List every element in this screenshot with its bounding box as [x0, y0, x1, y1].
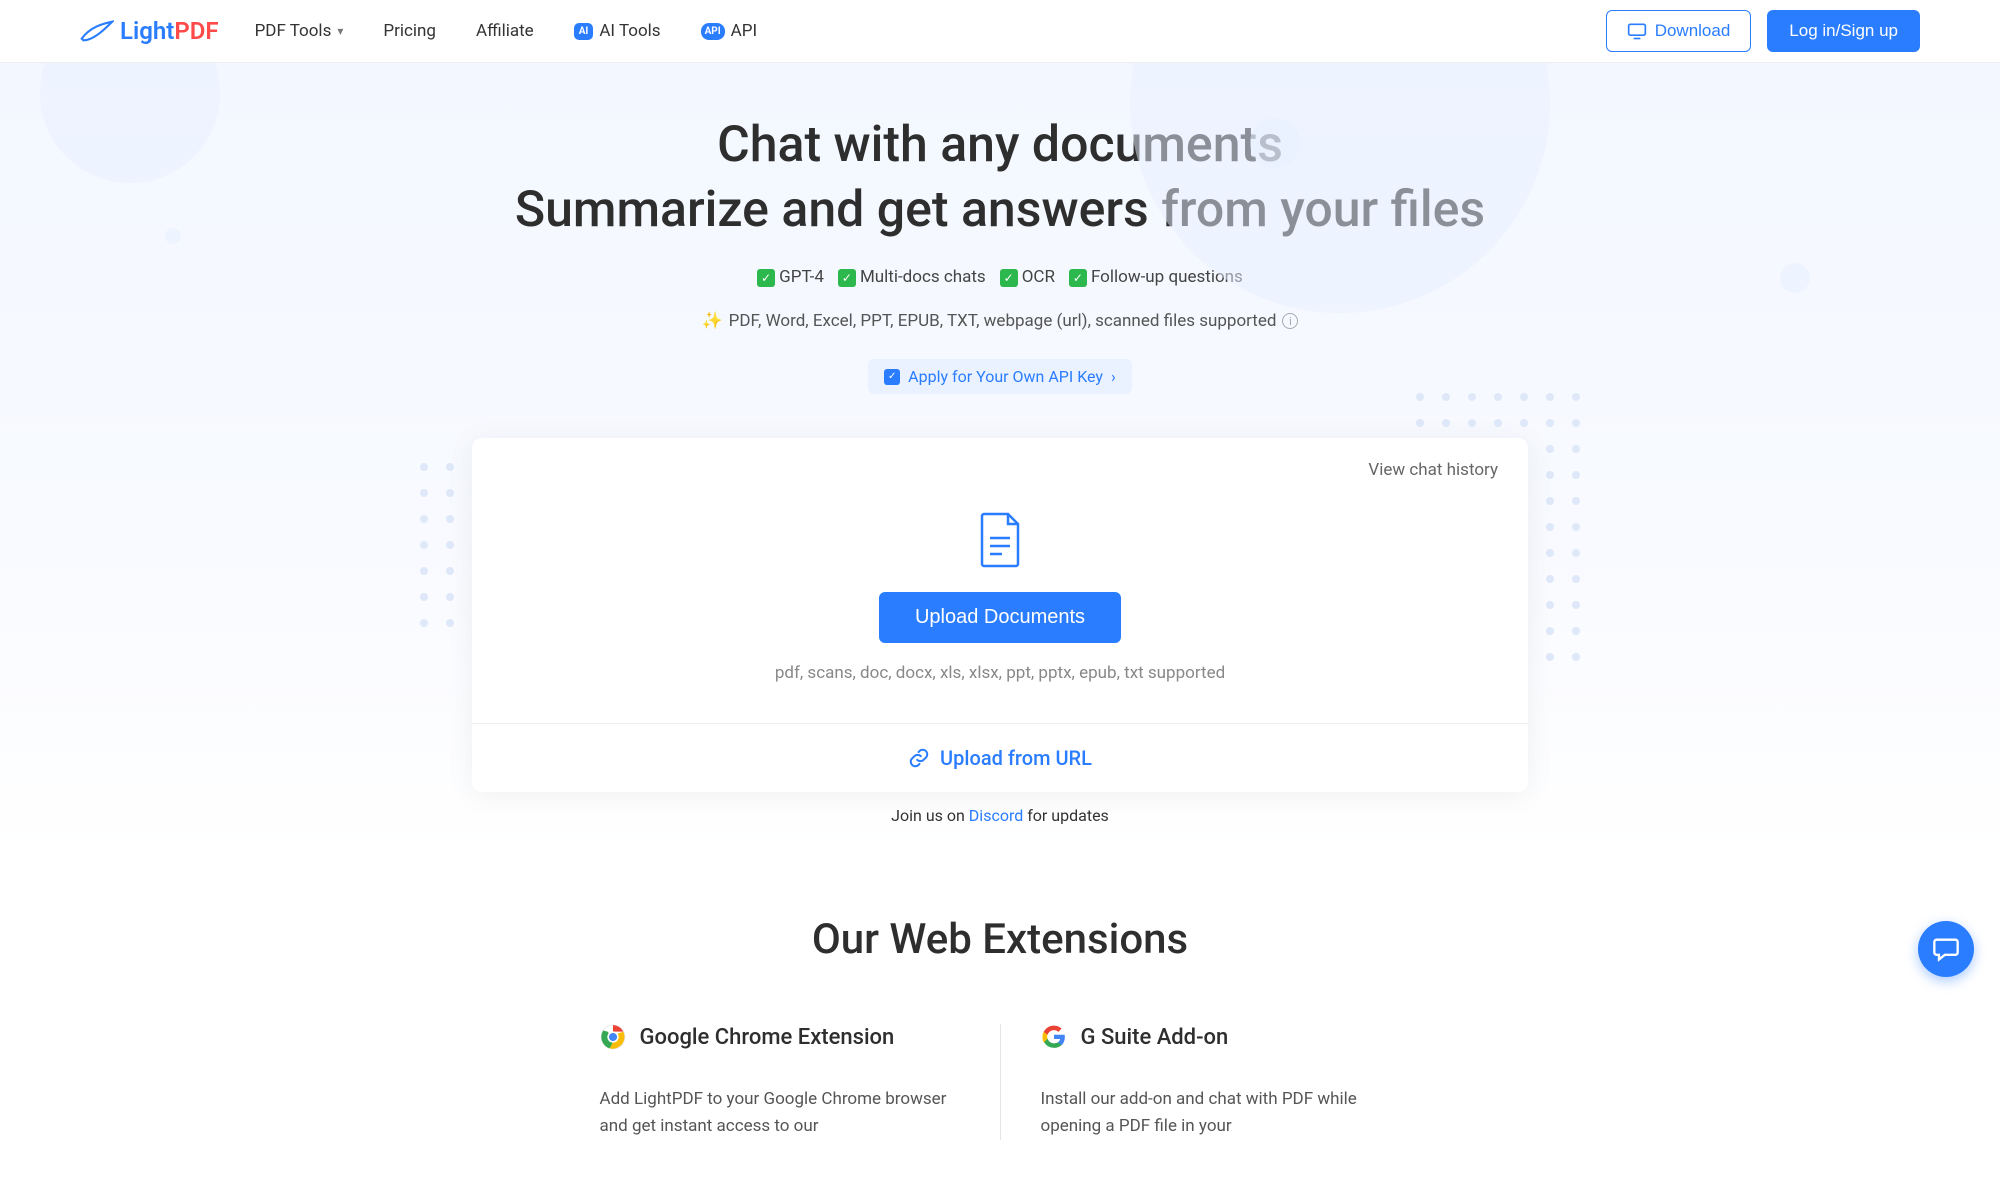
api-key-label: Apply for Your Own API Key [908, 367, 1103, 386]
view-history-link[interactable]: View chat history [502, 460, 1498, 480]
logo-text-pdf: PDF [174, 17, 218, 45]
nav-label: PDF Tools [255, 21, 332, 41]
extensions-grid: Google Chrome Extension Add LightPDF to … [0, 1024, 2000, 1140]
extension-gsuite: G Suite Add-on Install our add-on and ch… [1001, 1024, 1441, 1140]
nav-label: API [731, 21, 757, 41]
check-icon: ✓ [757, 269, 775, 287]
hero-title: Chat with any documents Summarize and ge… [0, 113, 2000, 243]
document-icon [978, 512, 1022, 568]
api-key-pill[interactable]: ✓ Apply for Your Own API Key › [868, 359, 1132, 394]
header-right: Download Log in/Sign up [1606, 10, 1920, 52]
ai-badge-icon: AI [574, 23, 594, 40]
features-row: ✓GPT-4 ✓Multi-docs chats ✓OCR ✓Follow-up… [0, 267, 2000, 287]
upload-documents-button[interactable]: Upload Documents [879, 592, 1121, 643]
chrome-ext-desc: Add LightPDF to your Google Chrome brows… [600, 1086, 960, 1140]
monitor-icon [1627, 22, 1647, 40]
gsuite-ext-title: G Suite Add-on [1081, 1025, 1229, 1050]
support-text: PDF, Word, Excel, PPT, EPUB, TXT, webpag… [729, 311, 1277, 331]
upload-card: View chat history Upload Documents pdf, … [472, 438, 1528, 792]
chevron-down-icon: ▾ [337, 24, 343, 38]
bg-decoration [1780, 263, 1810, 293]
nav: PDF Tools ▾ Pricing Affiliate AI AI Tool… [255, 21, 758, 41]
feature-item: ✓GPT-4 [757, 267, 824, 287]
chrome-icon [600, 1024, 626, 1050]
support-row: ✨ PDF, Word, Excel, PPT, EPUB, TXT, webp… [0, 311, 2000, 331]
login-button[interactable]: Log in/Sign up [1767, 10, 1920, 52]
api-kb-icon: ✓ [884, 369, 900, 385]
nav-label: Pricing [383, 21, 436, 41]
nav-pdf-tools[interactable]: PDF Tools ▾ [255, 21, 344, 41]
check-icon: ✓ [838, 269, 856, 287]
discord-suffix: for updates [1023, 806, 1109, 825]
nav-pricing[interactable]: Pricing [383, 21, 436, 41]
download-label: Download [1655, 21, 1731, 41]
chat-bubble-button[interactable] [1918, 921, 1974, 977]
feature-item: ✓OCR [1000, 267, 1055, 287]
nav-ai-tools[interactable]: AI AI Tools [574, 21, 661, 41]
nav-label: AI Tools [599, 21, 660, 41]
header: LightPDF PDF Tools ▾ Pricing Affiliate A… [0, 0, 2000, 63]
chrome-ext-title: Google Chrome Extension [640, 1025, 895, 1050]
nav-label: Affiliate [476, 21, 534, 41]
extensions-title: Our Web Extensions [0, 915, 2000, 964]
sparkle-icon: ✨ [702, 311, 723, 331]
api-badge-icon: API [701, 23, 725, 40]
chevron-right-icon: › [1111, 367, 1116, 386]
bg-decoration [1250, 118, 1300, 168]
header-left: LightPDF PDF Tools ▾ Pricing Affiliate A… [80, 17, 757, 45]
check-icon: ✓ [1069, 269, 1087, 287]
login-label: Log in/Sign up [1789, 21, 1898, 40]
download-button[interactable]: Download [1606, 10, 1752, 52]
nav-api[interactable]: API API [701, 21, 758, 41]
hero: Chat with any documents Summarize and ge… [0, 63, 2000, 855]
discord-prefix: Join us on [891, 806, 969, 825]
discord-row: Join us on Discord for updates [472, 806, 1528, 825]
extension-chrome: Google Chrome Extension Add LightPDF to … [560, 1024, 1000, 1140]
link-icon [908, 747, 930, 769]
upload-from-url-button[interactable]: Upload from URL [472, 723, 1528, 792]
feature-item: ✓Multi-docs chats [838, 267, 986, 287]
info-icon[interactable]: i [1282, 313, 1298, 329]
supported-formats-text: pdf, scans, doc, docx, xls, xlsx, ppt, p… [502, 663, 1498, 683]
gsuite-ext-desc: Install our add-on and chat with PDF whi… [1041, 1086, 1401, 1140]
nav-affiliate[interactable]: Affiliate [476, 21, 534, 41]
discord-link[interactable]: Discord [969, 806, 1023, 825]
extension-head: Google Chrome Extension [600, 1024, 960, 1050]
logo-text-light: Light [120, 17, 174, 45]
bg-decoration [165, 228, 181, 244]
extension-head: G Suite Add-on [1041, 1024, 1401, 1050]
logo-swoosh-icon [80, 18, 114, 44]
upload-from-url-label: Upload from URL [940, 746, 1092, 770]
extensions-section: Our Web Extensions Google Chrome Extensi… [0, 855, 2000, 1180]
logo[interactable]: LightPDF [80, 17, 219, 45]
google-g-icon [1041, 1024, 1067, 1050]
chat-icon [1932, 935, 1960, 963]
upload-card-top: View chat history Upload Documents pdf, … [472, 438, 1528, 723]
check-icon: ✓ [1000, 269, 1018, 287]
